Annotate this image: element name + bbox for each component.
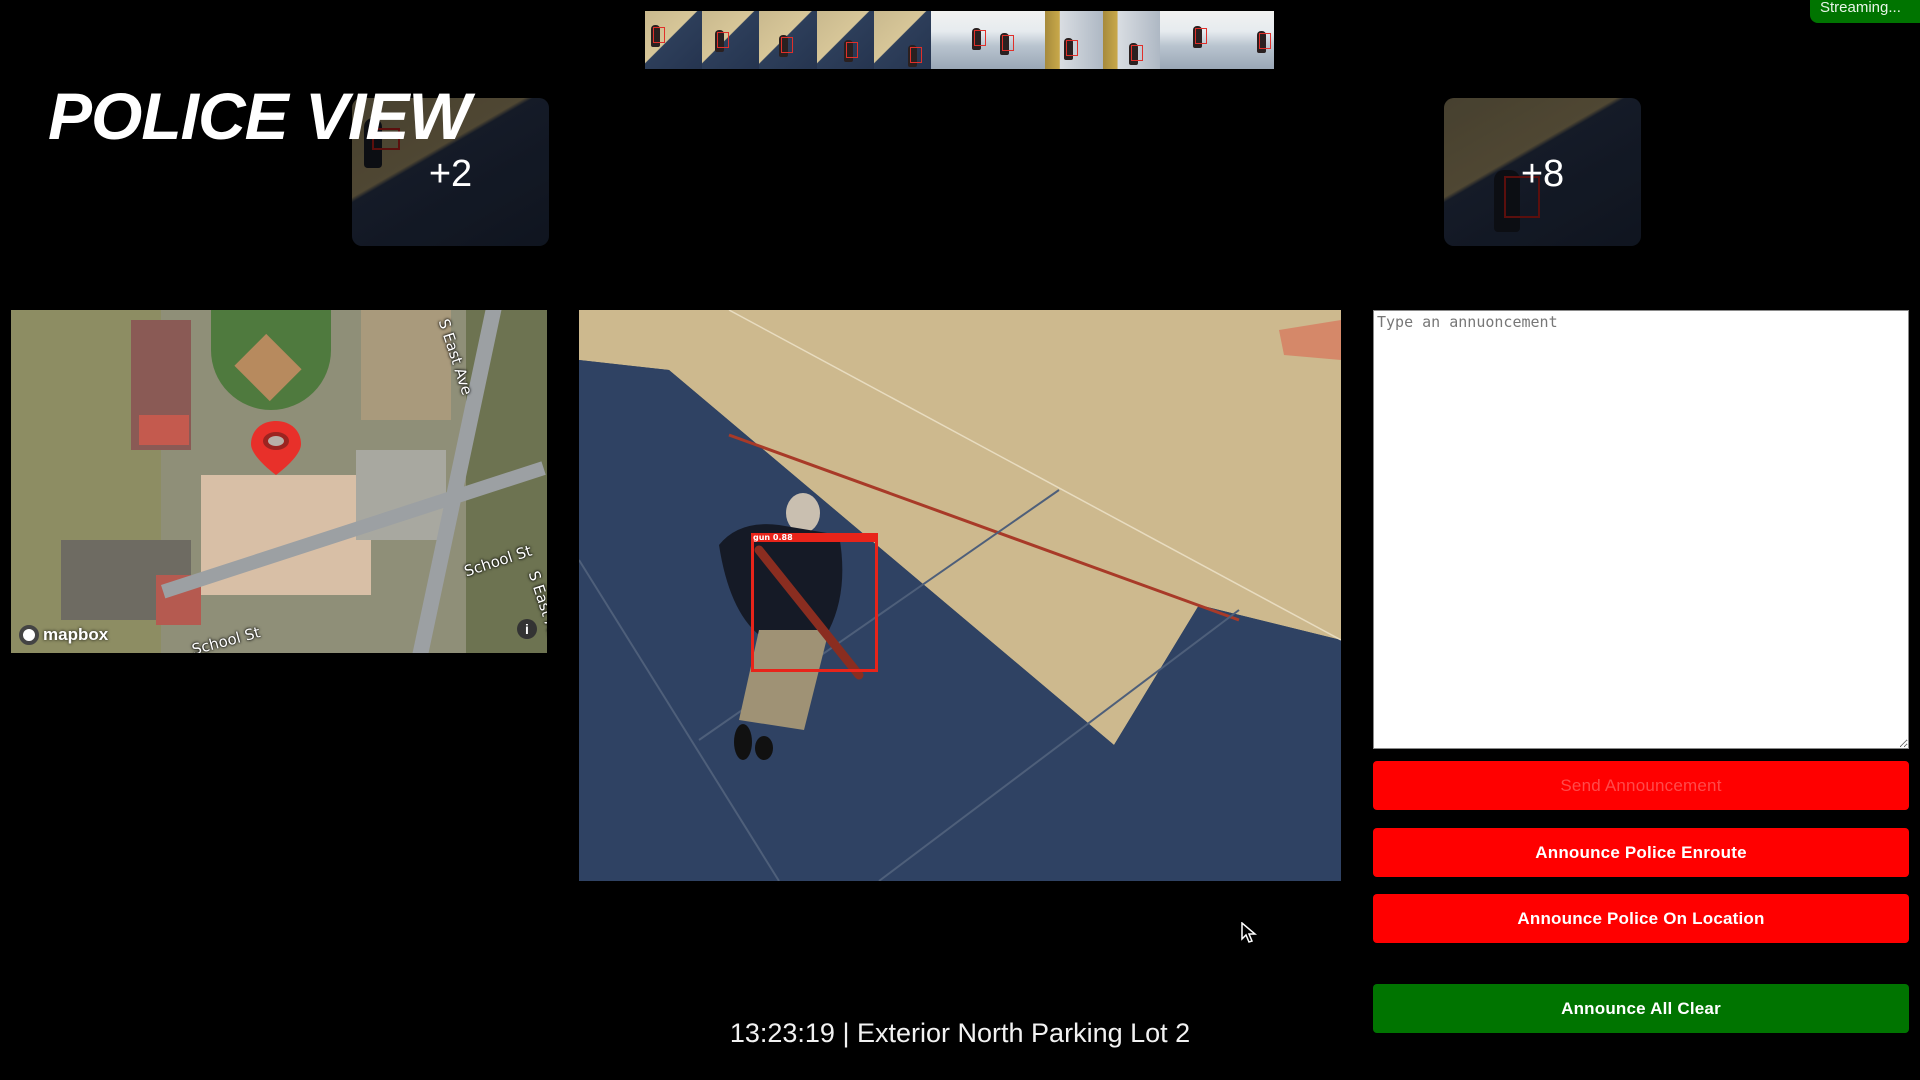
timeline-thumbnail[interactable] — [645, 11, 703, 69]
caption-separator: | — [842, 1018, 850, 1048]
info-icon[interactable]: i — [517, 619, 537, 639]
detection-box — [845, 42, 858, 58]
person-head — [786, 493, 820, 533]
location-map[interactable]: S East Ave School St School St S East Av… — [11, 310, 547, 653]
timeline-thumbnail[interactable] — [930, 11, 989, 69]
camera-count-label: +8 — [1520, 153, 1565, 195]
detection-box — [1002, 35, 1015, 51]
caption-time: 13:23:19 — [729, 1018, 835, 1048]
thumbnail-image — [873, 11, 931, 69]
mapbox-icon — [19, 625, 39, 645]
timeline-thumbnail[interactable] — [1045, 11, 1103, 69]
thumbnail-image — [1159, 11, 1217, 69]
timeline-thumbnail[interactable] — [873, 11, 931, 69]
detection-box — [1066, 40, 1079, 56]
detection-box — [781, 37, 794, 53]
timeline-thumbnail[interactable] — [759, 11, 817, 69]
timeline-thumbnail[interactable] — [1216, 11, 1275, 69]
street-label: School St — [189, 623, 263, 653]
thumbnail-image — [988, 11, 1046, 69]
detection-box — [1194, 28, 1207, 44]
mapbox-wordmark: mapbox — [43, 625, 109, 644]
person-foot — [734, 724, 752, 760]
location-pin-icon[interactable] — [247, 419, 305, 477]
page-title: POLICE VIEW — [48, 79, 471, 153]
detection-box — [653, 27, 665, 43]
camera-count-label: +2 — [428, 153, 473, 195]
mouse-cursor-icon — [1241, 922, 1257, 943]
detection-bounding-box — [751, 537, 878, 672]
mapbox-logo[interactable]: mapbox — [19, 625, 108, 645]
streaming-status-badge: Streaming... — [1810, 0, 1920, 23]
announce-police-enroute-button[interactable]: Announce Police Enroute — [1373, 828, 1909, 877]
timeline-thumbnail[interactable] — [1159, 11, 1217, 69]
detection-box — [1130, 45, 1143, 61]
send-announcement-button[interactable]: Send Announcement — [1373, 761, 1909, 810]
camera-video-feed[interactable]: gun 0.88 — [579, 310, 1341, 881]
announcement-input[interactable] — [1373, 310, 1909, 749]
detection-label: gun 0.88 — [751, 533, 878, 542]
map-tennis-courts — [139, 415, 189, 445]
person-foot — [755, 736, 773, 760]
timeline-strip — [645, 11, 1275, 69]
video-frame — [579, 310, 1341, 881]
detection-box — [1258, 33, 1271, 49]
timeline-thumbnail[interactable] — [1102, 11, 1160, 69]
timeline-thumbnail[interactable] — [816, 11, 874, 69]
detection-box — [717, 32, 730, 48]
announce-police-on-location-button[interactable]: Announce Police On Location — [1373, 894, 1909, 943]
thumbnail-image — [702, 11, 760, 69]
camera-caption: 13:23:19 | Exterior North Parking Lot 2 — [0, 1018, 1920, 1049]
detection-box — [909, 47, 922, 63]
caption-location: Exterior North Parking Lot 2 — [857, 1018, 1191, 1048]
timeline-thumbnail[interactable] — [702, 11, 760, 69]
camera-card-right[interactable]: +8 — [1444, 98, 1641, 246]
detection-box — [973, 30, 986, 46]
timeline-thumbnail[interactable] — [988, 11, 1046, 69]
